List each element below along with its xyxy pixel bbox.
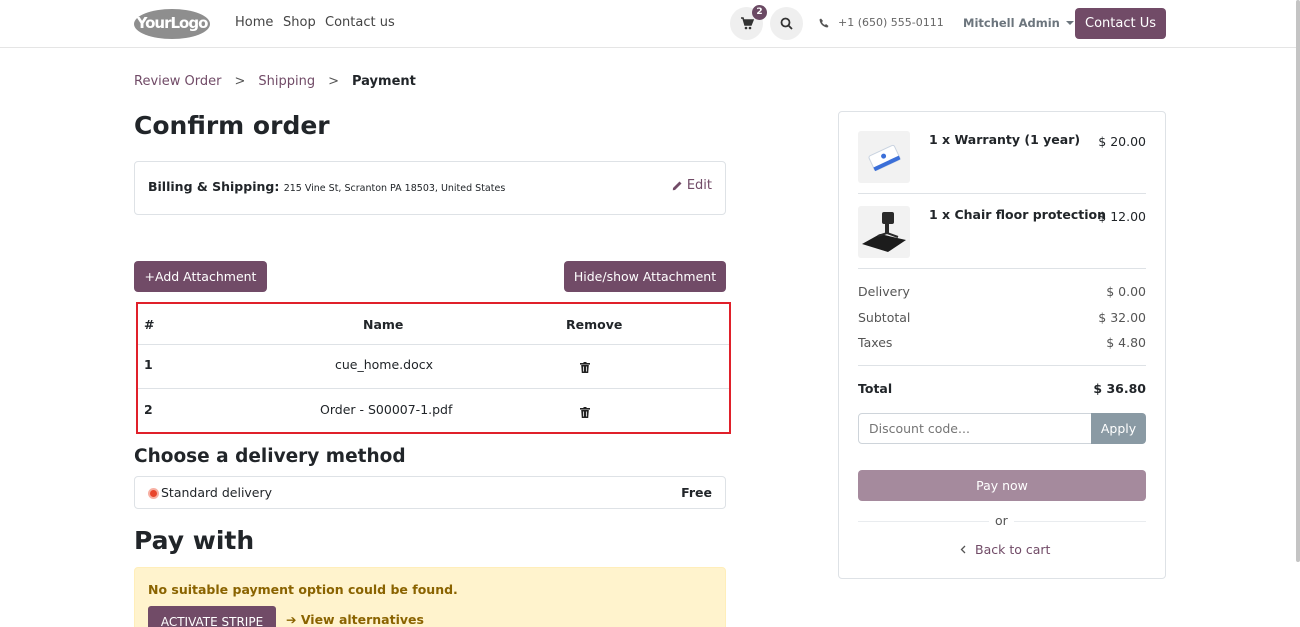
search-button[interactable] [770, 7, 803, 40]
phone-link[interactable]: +1 (650) 555-0111 [819, 16, 944, 29]
cart-icon [740, 17, 754, 30]
total-label: Total [858, 381, 893, 396]
scrollbar[interactable] [1296, 0, 1300, 562]
subtotal-label: Subtotal [858, 310, 911, 325]
order-summary-card: 1 x Warranty (1 year) $ 20.00 1 x Chair … [838, 111, 1166, 579]
table-row: 1 cue_home.docx [138, 345, 729, 389]
column-header-number: # [144, 317, 155, 332]
column-header-name: Name [363, 317, 404, 332]
add-attachment-button[interactable]: +Add Attachment [134, 261, 267, 292]
table-row: 2 Order - S00007-1.pdf [138, 389, 729, 432]
trash-icon[interactable] [580, 362, 590, 373]
delivery-radio[interactable] [148, 488, 159, 499]
billing-label: Billing & Shipping: 215 Vine St, Scranto… [148, 179, 505, 194]
attachment-name[interactable]: Order - S00007-1.pdf [320, 402, 452, 417]
delivery-option-name: Standard delivery [161, 485, 273, 500]
phone-number: +1 (650) 555-0111 [838, 16, 944, 29]
total-value: $ 36.80 [1093, 381, 1146, 396]
user-menu[interactable]: Mitchell Admin [963, 16, 1074, 30]
breadcrumb-payment: Payment [352, 74, 416, 89]
phone-icon [819, 18, 829, 27]
chair-mat-icon [862, 212, 906, 252]
product-price: $ 20.00 [1098, 134, 1146, 149]
attachment-name[interactable]: cue_home.docx [335, 357, 433, 372]
edit-address-link[interactable]: Edit [672, 178, 712, 193]
contact-us-button[interactable]: Contact Us [1075, 8, 1166, 39]
billing-shipping-box: Billing & Shipping: 215 Vine St, Scranto… [134, 161, 726, 215]
view-alternatives-link[interactable]: ➔ View alternatives [286, 612, 424, 627]
product-name[interactable]: 1 x Chair floor protection [929, 207, 1106, 222]
chevron-left-icon [960, 545, 966, 554]
table-header-row: # Name Remove [138, 304, 729, 345]
activate-stripe-button[interactable]: ACTIVATE STRIPE [148, 606, 276, 627]
trash-icon[interactable] [580, 407, 590, 418]
or-label: or [989, 513, 1014, 528]
pencil-icon [672, 181, 682, 191]
breadcrumb-shipping[interactable]: Shipping [258, 74, 315, 89]
product-image-chair-protection [858, 206, 910, 258]
search-icon [780, 17, 793, 30]
taxes-value: $ 4.80 [1106, 335, 1146, 350]
apply-discount-button[interactable]: Apply [1091, 413, 1146, 444]
hide-show-attachment-button[interactable]: Hide/show Attachment [564, 261, 726, 292]
logo-text: YourLogo [136, 14, 209, 32]
column-header-remove: Remove [566, 317, 623, 332]
nav-shop[interactable]: Shop [283, 15, 316, 30]
nav-contact-us[interactable]: Contact us [325, 15, 395, 30]
delivery-label: Delivery [858, 284, 910, 299]
payment-alert-text: No suitable payment option could be foun… [148, 582, 458, 597]
billing-label-text: Billing & Shipping: [148, 179, 280, 194]
product-name[interactable]: 1 x Warranty (1 year) [929, 132, 1080, 147]
pay-with-heading: Pay with [134, 526, 255, 555]
cart-count-badge: 2 [752, 5, 767, 20]
page-title: Confirm order [134, 111, 330, 140]
delivery-option[interactable]: Standard delivery Free [134, 476, 726, 509]
caret-down-icon [1065, 21, 1074, 25]
divider [858, 365, 1146, 366]
discount-code-input[interactable] [858, 413, 1092, 444]
breadcrumb-review-order[interactable]: Review Order [134, 74, 221, 89]
site-header: YourLogo Home Shop Contact us 2 +1 (650)… [0, 0, 1300, 48]
billing-address: 215 Vine St, Scranton PA 18503, United S… [283, 183, 506, 194]
user-name: Mitchell Admin [963, 16, 1060, 30]
back-to-cart-label: Back to cart [975, 542, 1051, 557]
divider [858, 268, 1146, 269]
attachments-table: # Name Remove 1 cue_home.docx 2 Order - … [136, 302, 731, 434]
taxes-label: Taxes [858, 335, 893, 350]
nav-home[interactable]: Home [235, 15, 273, 30]
subtotal-value: $ 32.00 [1098, 310, 1146, 325]
logo[interactable]: YourLogo [134, 9, 210, 39]
delivery-heading: Choose a delivery method [134, 446, 406, 467]
breadcrumb-separator: > [234, 74, 246, 89]
product-price: $ 12.00 [1098, 209, 1146, 224]
delivery-value: $ 0.00 [1106, 284, 1146, 299]
warranty-box-icon [868, 144, 901, 172]
row-number: 2 [144, 402, 153, 417]
back-to-cart-link[interactable]: Back to cart [960, 542, 1050, 557]
row-number: 1 [144, 357, 153, 372]
breadcrumb-separator: > [328, 74, 339, 89]
divider [858, 193, 1146, 194]
payment-alert: No suitable payment option could be foun… [134, 567, 726, 627]
breadcrumb: Review Order > Shipping > Payment [134, 74, 416, 89]
edit-label: Edit [686, 178, 712, 193]
pay-now-button[interactable]: Pay now [858, 470, 1146, 501]
delivery-option-price: Free [681, 485, 712, 500]
product-image-warranty [858, 131, 910, 183]
